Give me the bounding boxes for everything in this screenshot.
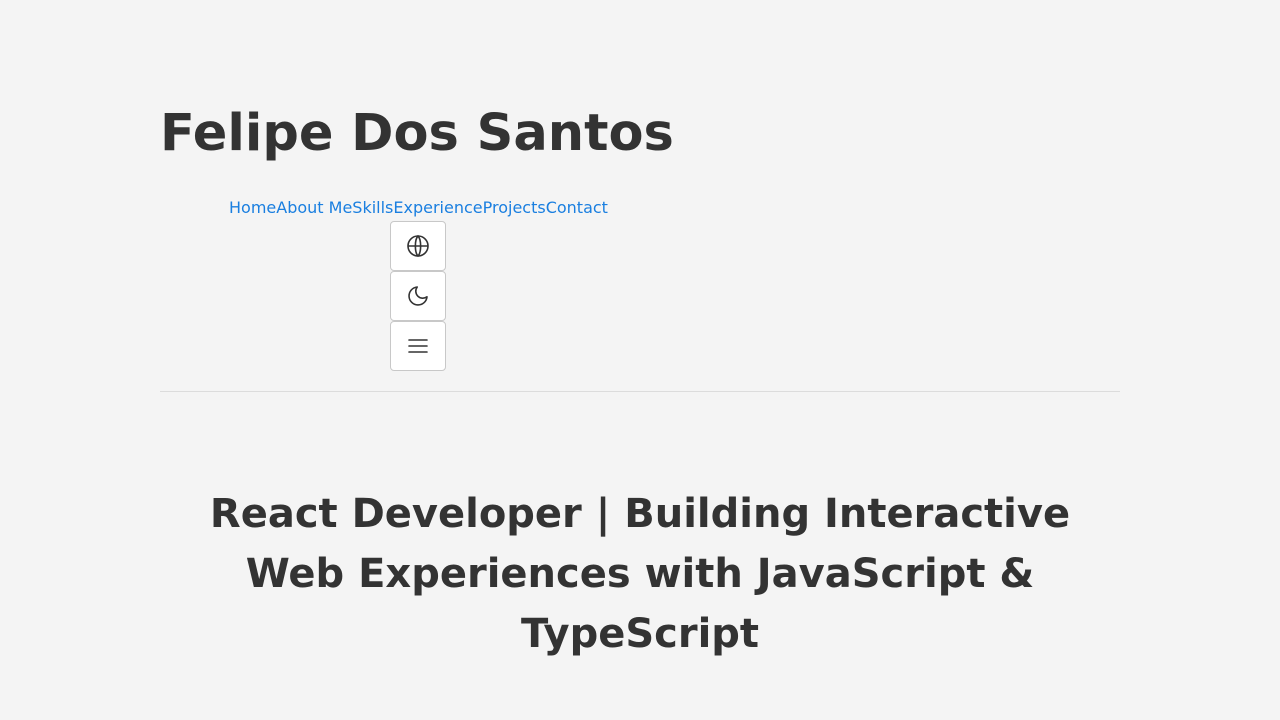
menu-button[interactable] [390,321,446,371]
hamburger-menu-icon [408,339,428,353]
site-title: Felipe Dos Santos [160,104,674,163]
nav-link-experience[interactable]: Experience [393,197,482,219]
header-divider [160,391,1120,392]
hero-headline: React Developer | Building Interactive W… [209,491,1071,657]
header-controls [390,221,446,371]
nav-link-projects[interactable]: Projects [483,197,546,219]
main-nav: Home About Me Skills Experience Projects… [229,197,608,219]
nav-link-contact[interactable]: Contact [546,197,608,219]
nav-link-skills[interactable]: Skills [352,197,393,219]
nav-link-home[interactable]: Home [229,197,276,219]
nav-link-about-me[interactable]: About Me [276,197,352,219]
moon-icon [408,286,428,306]
language-button[interactable] [390,221,446,271]
globe-icon [407,234,429,258]
theme-toggle-button[interactable] [390,271,446,321]
